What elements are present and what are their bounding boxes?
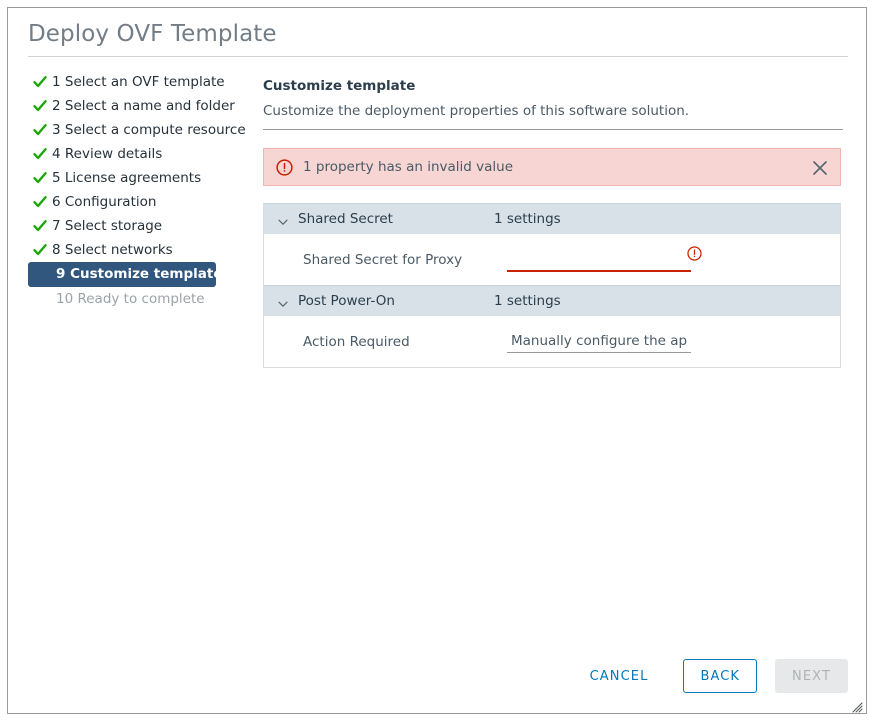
property-group-name: Shared Secret bbox=[298, 211, 494, 227]
sidebar-item-label: 7 Select storage bbox=[52, 218, 162, 234]
error-circle-icon bbox=[276, 159, 293, 176]
sidebar-item-label: 8 Select networks bbox=[52, 242, 173, 258]
section-title: Customize template bbox=[263, 78, 846, 94]
check-icon bbox=[32, 238, 47, 262]
property-group-header-shared-secret[interactable]: Shared Secret 1 settings bbox=[264, 203, 840, 234]
back-button[interactable]: BACK bbox=[683, 659, 757, 693]
sidebar-item-label: 3 Select a compute resource bbox=[52, 122, 246, 138]
sidebar-item-configuration[interactable]: 6 Configuration bbox=[28, 190, 260, 214]
check-icon bbox=[32, 214, 47, 238]
check-icon bbox=[32, 166, 47, 190]
sidebar-item-label: 5 License agreements bbox=[52, 170, 201, 186]
sidebar-item-label: 9 Customize template bbox=[56, 266, 222, 282]
error-alert-banner: 1 property has an invalid value bbox=[263, 148, 841, 186]
section-subtitle: Customize the deployment properties of t… bbox=[263, 103, 846, 119]
chevron-down-icon[interactable] bbox=[277, 213, 289, 225]
check-icon bbox=[32, 70, 47, 94]
property-group-count: 1 settings bbox=[494, 211, 561, 227]
property-group-header-post-power-on[interactable]: Post Power-On 1 settings bbox=[264, 285, 840, 316]
property-row-shared-secret-for-proxy: Shared Secret for Proxy bbox=[264, 234, 840, 285]
sidebar-item-label: 10 Ready to complete bbox=[56, 291, 205, 307]
sidebar-item-select-storage[interactable]: 7 Select storage bbox=[28, 214, 260, 238]
property-field bbox=[507, 330, 693, 354]
dialog-title-bar: Deploy OVF Template bbox=[8, 8, 866, 63]
customize-properties-table: Shared Secret 1 settings Shared Secret f… bbox=[263, 203, 841, 368]
check-icon bbox=[32, 142, 47, 166]
deploy-ovf-template-dialog: Deploy OVF Template 1 Select an OVF temp… bbox=[7, 7, 867, 714]
property-label: Action Required bbox=[303, 334, 507, 350]
next-button: NEXT bbox=[775, 659, 848, 693]
sidebar-item-label: 6 Configuration bbox=[52, 194, 156, 210]
property-row-action-required: Action Required bbox=[264, 316, 840, 367]
error-circle-icon bbox=[687, 246, 702, 261]
sidebar-item-ready-to-complete[interactable]: 10 Ready to complete bbox=[28, 287, 260, 311]
sidebar-item-select-ovf-template[interactable]: 1 Select an OVF template bbox=[28, 70, 260, 94]
sidebar-item-review-details[interactable]: 4 Review details bbox=[28, 142, 260, 166]
property-group-name: Post Power-On bbox=[298, 293, 494, 309]
sidebar-item-select-networks[interactable]: 8 Select networks bbox=[28, 238, 260, 262]
check-icon bbox=[32, 94, 47, 118]
property-group-count: 1 settings bbox=[494, 293, 561, 309]
main-content: Customize template Customize the deploym… bbox=[256, 70, 846, 368]
shared-secret-for-proxy-input[interactable] bbox=[507, 250, 691, 272]
sidebar-item-label: 2 Select a name and folder bbox=[52, 98, 235, 114]
sidebar-item-license-agreements[interactable]: 5 License agreements bbox=[28, 166, 260, 190]
property-label: Shared Secret for Proxy bbox=[303, 252, 507, 268]
alert-message: 1 property has an invalid value bbox=[303, 159, 513, 175]
title-divider bbox=[28, 56, 848, 57]
property-field bbox=[507, 248, 693, 272]
sidebar-item-select-compute-resource[interactable]: 3 Select a compute resource bbox=[28, 118, 260, 142]
action-required-input[interactable] bbox=[507, 331, 691, 353]
check-icon bbox=[32, 118, 47, 142]
sidebar-item-customize-template[interactable]: 9 Customize template bbox=[28, 262, 216, 287]
check-icon bbox=[32, 190, 47, 214]
close-icon[interactable] bbox=[812, 160, 828, 176]
chevron-down-icon[interactable] bbox=[277, 295, 289, 307]
sidebar-item-label: 4 Review details bbox=[52, 146, 162, 162]
dialog-footer: CANCEL BACK NEXT bbox=[573, 659, 848, 693]
sidebar-item-label: 1 Select an OVF template bbox=[52, 74, 225, 90]
sidebar-item-select-name-and-folder[interactable]: 2 Select a name and folder bbox=[28, 94, 260, 118]
page-title: Deploy OVF Template bbox=[28, 21, 277, 47]
resize-grip-icon[interactable] bbox=[851, 698, 863, 710]
cancel-button[interactable]: CANCEL bbox=[573, 659, 666, 693]
wizard-steps-sidebar: 1 Select an OVF template 2 Select a name… bbox=[28, 70, 260, 311]
content-divider bbox=[263, 129, 843, 130]
